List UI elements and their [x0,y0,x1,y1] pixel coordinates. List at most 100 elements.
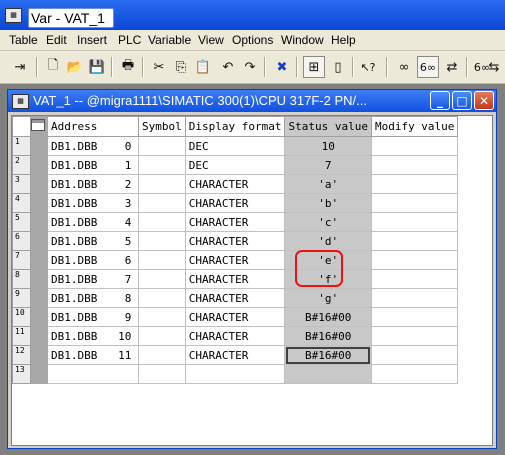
menu-plc[interactable]: PLC [118,33,141,47]
row-selector[interactable] [30,212,48,232]
row-number[interactable]: 2 [12,155,31,175]
symbol-cell[interactable] [138,136,186,156]
display-format-cell[interactable]: CHARACTER [184,174,286,194]
address-cell[interactable]: DB1.DBB 9 [47,307,139,327]
modify-value-cell[interactable] [370,212,459,232]
status-value-cell[interactable]: 'c' [284,212,372,232]
plc-icon[interactable]: ▯ [327,56,349,78]
symbol-cell[interactable] [138,212,186,232]
minimize-button[interactable]: _ [430,91,450,110]
monitor-glasses-icon[interactable]: ∞ [393,56,415,78]
display-format-cell[interactable]: CHARACTER [184,326,286,346]
status-value-cell[interactable]: 'g' [284,288,372,308]
address-header[interactable]: Address [47,116,139,137]
close-button[interactable]: ✕ [474,91,494,110]
row-number[interactable]: 13 [12,364,31,384]
row-selector[interactable] [30,364,48,384]
address-cell[interactable]: DB1.DBB 4 [47,212,139,232]
help-pointer-icon[interactable]: ↖? [357,56,379,78]
display-format-cell[interactable]: CHARACTER [184,288,286,308]
menu-options[interactable]: Options [232,33,273,47]
row-selector[interactable] [30,155,48,175]
display-format-cell[interactable]: CHARACTER [184,307,286,327]
cut-icon[interactable]: ✂ [148,56,170,78]
modify-value-cell[interactable] [370,288,459,308]
modify-value-cell[interactable] [370,345,459,365]
display-format-cell[interactable]: CHARACTER [184,269,286,289]
display-format-cell[interactable]: DEC [184,155,286,175]
redo-icon[interactable]: ↷ [239,56,261,78]
table-row[interactable]: 3 DB1.DBB 2 CHARACTER'a' [12,174,459,194]
modify-value-cell[interactable] [370,307,459,327]
monitor-variable-icon[interactable]: 6∞ [417,56,439,78]
table-row[interactable]: 10 DB1.DBB 9 CHARACTER B#16#00 [12,307,459,327]
modify-value-cell[interactable] [370,174,459,194]
table-row[interactable]: 6 DB1.DBB 5 CHARACTER'd' [12,231,459,251]
address-cell[interactable]: DB1.DBB 2 [47,174,139,194]
vat-window-title-bar[interactable]: ▦ VAT_1 -- @migra1111\SIMATIC 300(1)\CPU… [8,90,496,112]
row-selector[interactable] [30,136,48,156]
menu-window[interactable]: Window [281,33,324,47]
modify-value-cell[interactable] [370,364,459,384]
table-row[interactable]: 8 DB1.DBB 7 CHARACTER'f' [12,269,459,289]
menu-edit[interactable]: Edit [46,33,67,47]
status-value-cell[interactable]: 'a' [284,174,372,194]
row-number[interactable]: 10 [12,307,31,327]
symbol-cell[interactable] [138,193,186,213]
modify-value-cell[interactable] [370,193,459,213]
row-number[interactable]: 3 [12,174,31,194]
symbol-cell[interactable] [138,364,186,384]
address-cell[interactable]: DB1.DBB 1 [47,155,139,175]
row-selector[interactable] [30,345,48,365]
row-number[interactable]: 4 [12,193,31,213]
save-icon[interactable]: 💾 [86,56,108,78]
table-row[interactable]: 2 DB1.DBB 1 DEC 7 [12,155,459,175]
modify-value-cell[interactable] [370,326,459,346]
column-selector-header[interactable] [30,116,48,137]
address-cell[interactable]: DB1.DBB 0 [47,136,139,156]
status-value-header[interactable]: Status value [284,116,372,137]
row-selector[interactable] [30,288,48,308]
row-number[interactable]: 9 [12,288,31,308]
display-format-header[interactable]: Display format [184,116,286,137]
table-row[interactable]: 4 DB1.DBB 3 CHARACTER'b' [12,193,459,213]
pin-icon[interactable]: ⇥ [9,56,31,78]
menu-view[interactable]: View [198,33,224,47]
table-row[interactable]: 13 [12,364,459,384]
display-format-cell[interactable]: CHARACTER [184,345,286,365]
row-selector[interactable] [30,307,48,327]
row-number[interactable]: 8 [12,269,31,289]
address-cell[interactable]: DB1.DBB 7 [47,269,139,289]
address-cell[interactable]: DB1.DBB 10 [47,326,139,346]
display-format-cell[interactable]: DEC [184,136,286,156]
modify-value-cell[interactable] [370,250,459,270]
address-cell[interactable]: DB1.DBB 8 [47,288,139,308]
symbol-cell[interactable] [138,174,186,194]
table-row[interactable]: 9 DB1.DBB 8 CHARACTER'g' [12,288,459,308]
menu-table[interactable]: Table [9,33,38,47]
address-cell[interactable]: DB1.DBB 5 [47,231,139,251]
modify-value-cell[interactable] [370,136,459,156]
menu-insert[interactable]: Insert [77,33,107,47]
row-number[interactable]: 5 [12,212,31,232]
row-number[interactable]: 7 [12,250,31,270]
table-row[interactable]: 7 DB1.DBB 6 CHARACTER'e' [12,250,459,270]
modify-value-cell[interactable] [370,155,459,175]
status-value-cell[interactable]: 7 [284,155,372,175]
print-icon[interactable]: 🖶 [117,56,139,78]
address-cell[interactable]: DB1.DBB 11 [47,345,139,365]
status-value-cell[interactable]: B#16#00 [284,345,372,365]
symbol-cell[interactable] [138,307,186,327]
paste-icon[interactable]: 📋 [192,56,214,78]
row-selector[interactable] [30,174,48,194]
symbol-cell[interactable] [138,345,186,365]
display-format-cell[interactable] [184,364,286,384]
undo-icon[interactable]: ↶ [217,56,239,78]
symbol-cell[interactable] [138,155,186,175]
display-format-cell[interactable]: CHARACTER [184,231,286,251]
row-number[interactable]: 1 [12,136,31,156]
menu-variable[interactable]: Variable [148,33,191,47]
address-cell[interactable]: DB1.DBB 6 [47,250,139,270]
row-selector[interactable] [30,269,48,289]
table-row[interactable]: 5 DB1.DBB 4 CHARACTER'c' [12,212,459,232]
